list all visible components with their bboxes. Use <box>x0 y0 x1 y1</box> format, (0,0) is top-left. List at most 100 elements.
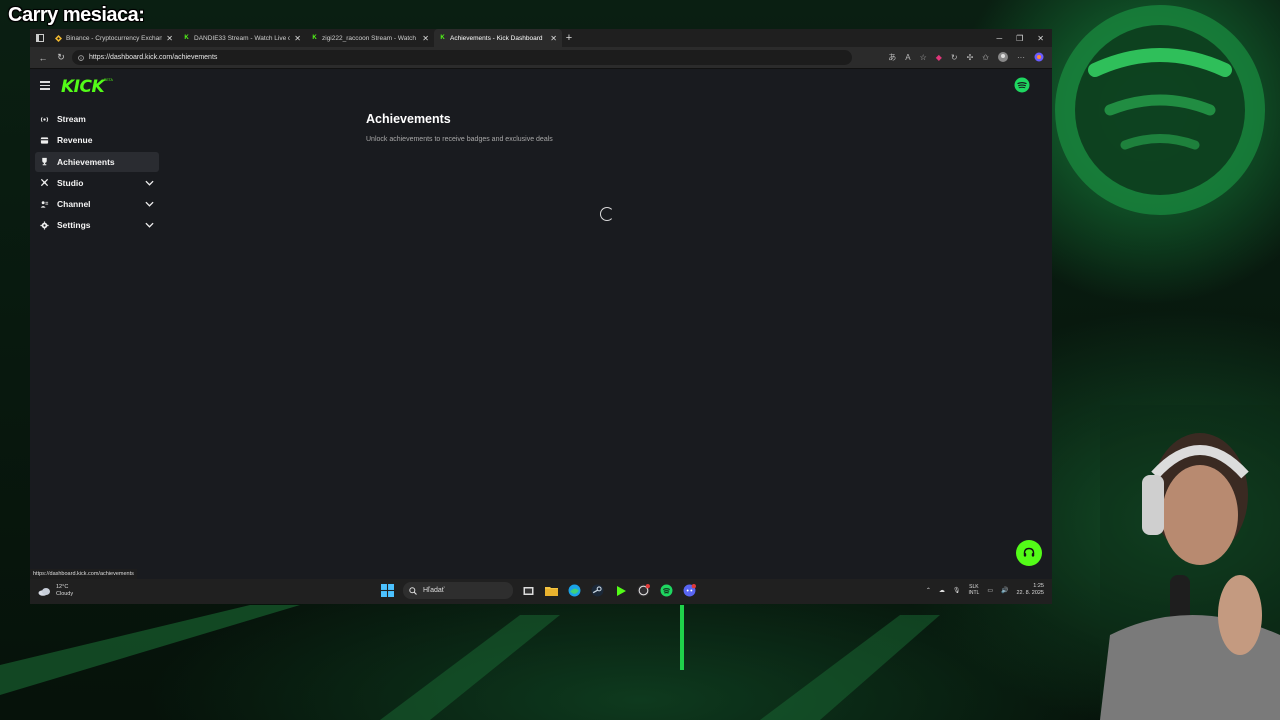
stream-icon <box>40 115 49 124</box>
favorite-star-icon[interactable]: ☆ <box>920 53 927 62</box>
stream-overlay-title: Carry mesiaca: <box>8 4 145 26</box>
sidebar-item-stream[interactable]: Stream <box>35 109 159 129</box>
spotify-taskbar-icon[interactable] <box>659 583 674 598</box>
sidebar-item-revenue[interactable]: Revenue <box>35 130 159 150</box>
task-view-icon[interactable] <box>521 583 536 598</box>
sidebar-item-settings[interactable]: Settings <box>35 215 159 235</box>
obs-icon[interactable] <box>636 583 651 598</box>
minimize-icon[interactable]: ─ <box>996 34 1002 43</box>
close-icon[interactable]: ✕ <box>294 34 301 43</box>
microphone-icon[interactable]: 🎙 <box>953 587 961 594</box>
close-icon[interactable]: ✕ <box>422 34 429 43</box>
kick-dashboard-page: KICK BETA Stream Revenue Achievements St… <box>30 69 1052 572</box>
tab-label: Achievements - Kick Dashboard <box>450 34 543 42</box>
address-bar: ← ↻ https://dashboard.kick.com/achieveme… <box>30 47 1052 69</box>
copilot-icon[interactable] <box>1034 52 1044 64</box>
tab-zigi222[interactable]: K zigi222_raccoon Stream - Watch Live ✕ <box>306 29 434 47</box>
windows-taskbar: 12°C Cloudy Hľadať ⌃ ☁ 🎙 SLK INTL ▭ 🔊 1:… <box>30 579 1052 604</box>
url-input[interactable]: https://dashboard.kick.com/achievements <box>72 50 852 65</box>
chevron-down-icon[interactable] <box>145 222 154 229</box>
sidebar-item-label: Settings <box>57 220 91 231</box>
favorites-icon[interactable]: ✩ <box>982 53 989 62</box>
file-explorer-icon[interactable] <box>544 583 559 598</box>
keyboard-layout: INTL <box>968 590 980 596</box>
back-icon[interactable]: ← <box>34 53 52 63</box>
screen-capture: Binance - Cryptocurrency Exchange ✕ K DA… <box>30 29 1052 604</box>
background-decoration <box>0 605 940 720</box>
refresh-icon[interactable]: ↻ <box>52 52 70 63</box>
sidebar-item-achievements[interactable]: Achievements <box>35 151 159 172</box>
close-icon[interactable]: ✕ <box>550 34 557 43</box>
search-icon <box>409 586 417 595</box>
sidebar-item-label: Revenue <box>57 135 93 146</box>
kick-icon: K <box>440 35 445 41</box>
chevron-up-icon[interactable]: ⌃ <box>926 587 931 594</box>
dashboard-sidebar: Stream Revenue Achievements Studio Chann… <box>35 109 159 237</box>
info-icon <box>78 54 84 61</box>
headset-icon <box>1023 547 1035 557</box>
cloud-icon <box>38 587 50 596</box>
spotify-icon[interactable] <box>1014 77 1030 93</box>
close-icon[interactable]: ✕ <box>166 34 173 43</box>
clock-time: 1:25 <box>1033 583 1044 589</box>
url-text: https://dashboard.kick.com/achievements <box>89 54 218 61</box>
steam-icon[interactable] <box>590 583 605 598</box>
taskbar-apps: Hľadať <box>380 582 697 599</box>
clock[interactable]: 1:25 22. 8. 2025 <box>1016 583 1044 597</box>
search-placeholder: Hľadať <box>423 587 445 594</box>
taskbar-search[interactable]: Hľadať <box>403 582 513 599</box>
weather-temperature: 12°C <box>56 584 69 590</box>
page-subtitle: Unlock achievements to receive badges an… <box>366 136 553 143</box>
extensions-puzzle-icon[interactable]: ✣ <box>967 53 974 62</box>
restore-icon[interactable]: ❐ <box>1016 34 1023 43</box>
tab-label: Binance - Cryptocurrency Exchange <box>66 34 163 42</box>
sidebar-item-label: Achievements <box>57 156 115 167</box>
read-aloud-icon[interactable]: A <box>905 53 910 62</box>
gear-icon <box>40 221 49 230</box>
revenue-icon <box>40 136 49 145</box>
sidebar-item-label: Stream <box>57 114 86 124</box>
toolbar-icons: あ A ☆ ◆ ↻ ✣ ✩ ··· <box>888 51 1048 64</box>
windows-start-icon[interactable] <box>380 583 395 598</box>
weather-widget[interactable]: 12°C Cloudy <box>38 584 73 598</box>
browser-status-url: https://dashboard.kick.com/achievements <box>30 569 137 579</box>
webcam-overlay <box>1100 405 1280 720</box>
network-icon[interactable]: ▭ <box>987 587 993 594</box>
tab-achievements[interactable]: K Achievements - Kick Dashboard ✕ <box>434 29 562 47</box>
system-tray: ⌃ ☁ 🎙 SLK INTL ▭ 🔊 1:25 22. 8. 2025 <box>926 583 1044 597</box>
spotify-logo-background <box>1055 5 1265 215</box>
more-menu-icon[interactable]: ··· <box>1017 53 1025 62</box>
extension-icon[interactable]: ◆ <box>936 53 942 62</box>
chevron-down-icon[interactable] <box>145 180 154 186</box>
kick-icon: K <box>312 35 317 41</box>
discord-icon[interactable] <box>682 583 697 598</box>
browser-tab-bar: Binance - Cryptocurrency Exchange ✕ K DA… <box>30 29 1052 47</box>
chevron-down-icon[interactable] <box>145 201 154 207</box>
onedrive-icon[interactable]: ☁ <box>939 587 945 594</box>
help-support-button[interactable] <box>1016 540 1042 566</box>
tab-actions-icon[interactable] <box>30 34 50 42</box>
tab-dandie33[interactable]: K DANDIE33 Stream - Watch Live on Kick ✕ <box>178 29 306 47</box>
window-controls: ─ ❐ ✕ <box>996 34 1052 43</box>
sidebar-item-label: Channel <box>57 199 91 210</box>
kick-logo[interactable]: KICK <box>61 77 105 97</box>
kick-app-icon[interactable] <box>613 583 628 598</box>
weather-description: Cloudy <box>56 591 74 597</box>
edge-browser-icon[interactable] <box>567 583 582 598</box>
sidebar-item-label: Studio <box>57 177 84 188</box>
hamburger-menu-icon[interactable] <box>40 81 50 90</box>
beta-badge: BETA <box>104 78 113 82</box>
studio-icon <box>40 178 49 187</box>
language-indicator[interactable]: SLK INTL <box>968 584 979 596</box>
tab-label: zigi222_raccoon Stream - Watch Live <box>322 34 418 42</box>
profile-avatar-icon[interactable] <box>998 51 1008 64</box>
channel-icon <box>40 200 49 209</box>
reload-extension-icon[interactable]: ↻ <box>951 53 958 62</box>
sidebar-item-studio[interactable]: Studio <box>35 173 159 193</box>
tab-binance[interactable]: Binance - Cryptocurrency Exchange ✕ <box>50 29 178 47</box>
sidebar-item-channel[interactable]: Channel <box>35 194 159 214</box>
translate-icon[interactable]: あ <box>888 52 896 63</box>
new-tab-button[interactable]: + <box>562 32 576 44</box>
volume-icon[interactable]: 🔊 <box>1001 587 1008 594</box>
close-window-icon[interactable]: ✕ <box>1037 34 1044 43</box>
